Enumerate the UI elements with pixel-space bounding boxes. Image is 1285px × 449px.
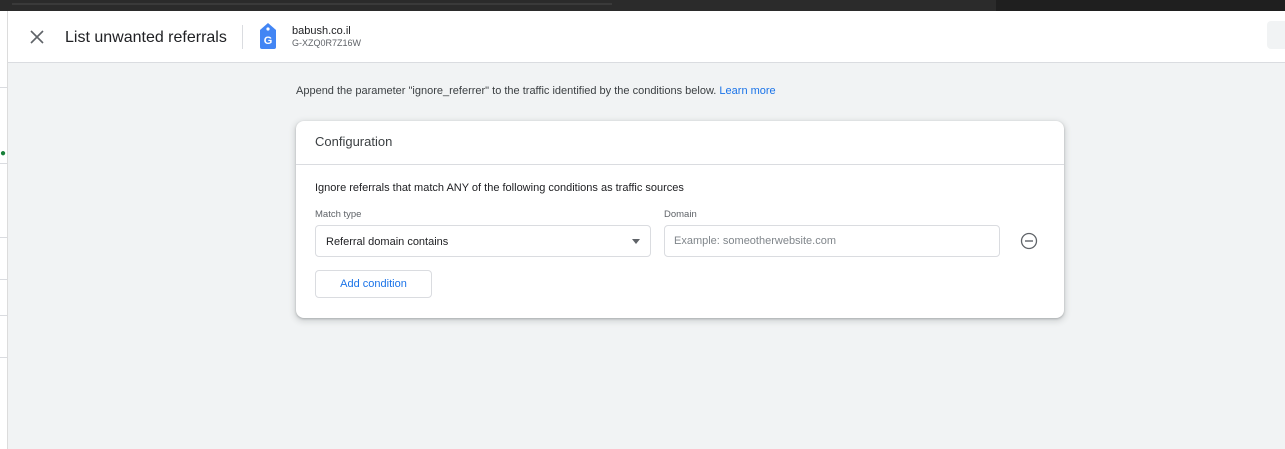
close-icon [30,30,44,44]
conditions-subtitle: Ignore referrals that match ANY of the f… [315,182,684,194]
description: Append the parameter "ignore_referrer" t… [296,84,776,98]
remove-condition-button[interactable] [1019,231,1039,251]
close-button[interactable] [25,25,49,49]
match-type-label: Match type [315,209,362,220]
description-text: Append the parameter "ignore_referrer" t… [296,85,717,97]
background-divider [0,237,7,238]
match-type-value: Referral domain contains [326,236,449,248]
top-bar-right-region [996,0,1285,11]
match-type-select[interactable]: Referral domain contains [315,225,651,257]
domain-label: Domain [664,209,697,220]
property-icon-letter: G [264,35,273,47]
learn-more-link[interactable]: Learn more [719,85,775,97]
remove-circle-icon [1020,232,1038,250]
top-bar-segment [12,3,612,5]
card-title: Configuration [315,134,393,149]
background-fragment: ● [0,148,7,159]
background-divider [0,279,7,280]
unwanted-referrals-panel: List unwanted referrals G babush.co.il G… [8,11,1285,449]
save-button-stub[interactable] [1267,21,1285,49]
dropdown-arrow-icon [632,239,640,244]
configuration-card: Configuration Ignore referrals that matc… [296,121,1064,318]
panel-header: List unwanted referrals G babush.co.il G… [8,11,1285,63]
background-page-strip: ● [0,11,8,449]
domain-input[interactable] [664,225,1000,257]
background-divider [0,163,7,164]
card-divider [296,164,1064,165]
property-id: G-XZQ0R7Z16W [292,38,362,48]
background-divider [0,315,7,316]
analytics-property-tag-icon: G [256,21,280,51]
header-divider [242,25,243,49]
background-divider [0,87,7,88]
window-top-bar [0,0,1285,11]
add-condition-button[interactable]: Add condition [315,270,432,298]
page-title: List unwanted referrals [65,29,227,46]
background-divider [0,357,7,358]
property-name: babush.co.il [292,25,351,37]
